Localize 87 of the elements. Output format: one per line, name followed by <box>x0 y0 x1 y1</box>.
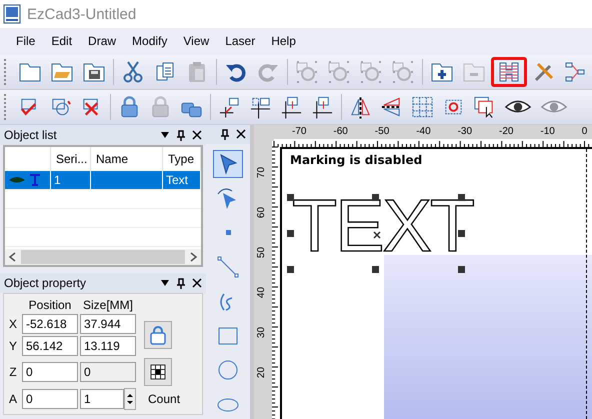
table-cell: 1 <box>51 171 91 190</box>
ruler-label: 0 <box>582 126 588 137</box>
scissors-icon <box>121 60 145 84</box>
table-cell: Text <box>163 171 201 190</box>
close-icon[interactable] <box>192 130 202 140</box>
ruler-label: -10 <box>540 126 555 137</box>
selection-handle[interactable] <box>372 266 379 273</box>
column-label: Size[MM] <box>82 298 134 312</box>
drawing-canvas[interactable]: -70 -60 -50 -40 -30 -20 -10 0 70 60 50 40 30 20 Marking is disabled TEXT <box>254 125 592 419</box>
size-field[interactable]: 37.944 <box>80 314 136 334</box>
ruler-label: -20 <box>499 126 514 137</box>
selection-handle[interactable] <box>287 230 294 237</box>
close-icon[interactable] <box>192 278 202 288</box>
menu-item[interactable]: View <box>175 31 218 51</box>
position-field[interactable]: -52.618 <box>22 314 78 334</box>
array-icon <box>411 95 434 119</box>
count-field[interactable]: 1 <box>80 389 124 409</box>
size-field[interactable]: 13.119 <box>80 336 136 356</box>
axis-label: A <box>8 392 18 406</box>
pin-icon[interactable] <box>176 130 186 140</box>
group-icon <box>391 60 415 84</box>
selection-handle[interactable] <box>372 194 379 201</box>
ruler-label: -70 <box>292 126 306 137</box>
wrench-icon <box>532 60 556 84</box>
ruler-label: 20 <box>256 366 268 378</box>
position-field[interactable]: 0 <box>22 389 78 409</box>
selection-handle[interactable] <box>458 194 465 201</box>
dropdown-icon[interactable] <box>160 279 170 287</box>
axis-label: X <box>8 317 18 331</box>
row-icons-cell[interactable] <box>5 171 51 190</box>
close-icon[interactable] <box>236 129 246 140</box>
window-title: EzCad3-Untitled <box>27 6 136 22</box>
pin-icon[interactable] <box>176 278 186 288</box>
table-cell <box>91 171 163 190</box>
menu-item[interactable]: Edit <box>43 31 80 51</box>
selection-handle[interactable] <box>287 194 294 201</box>
mirror-icon <box>349 95 372 119</box>
center-mark-icon <box>373 231 381 239</box>
ruler-label: 40 <box>256 286 268 298</box>
pin-icon[interactable] <box>220 128 230 140</box>
circle-icon <box>216 358 240 382</box>
outlined-text-object[interactable]: TEXT <box>292 189 474 263</box>
count-label: Count <box>148 392 180 406</box>
point-icon <box>226 230 230 236</box>
move-point-icon <box>218 95 241 119</box>
axis-label: Y <box>8 339 18 353</box>
menu-item[interactable]: Modify <box>124 31 176 51</box>
align-left-icon <box>249 95 272 119</box>
ruler-label: 70 <box>256 166 268 178</box>
group-icon <box>327 60 351 84</box>
app-logo <box>3 4 21 24</box>
lock-button[interactable] <box>144 321 172 349</box>
axis-label: Z <box>8 365 18 379</box>
ruler-label: -40 <box>416 126 431 137</box>
hatch-icon <box>497 60 521 84</box>
selection-handle[interactable] <box>458 230 465 237</box>
align-icon <box>280 95 303 119</box>
ruler-label: -60 <box>333 126 348 137</box>
spinner-arrows-icon <box>126 392 134 406</box>
align-icon <box>311 95 334 119</box>
panel-title: Object list <box>4 128 58 142</box>
grid-icon <box>150 364 166 380</box>
ruler-label: -50 <box>374 126 390 137</box>
menu-item[interactable]: File <box>8 31 44 51</box>
ruler-label: 50 <box>256 246 268 258</box>
ruler-label: 60 <box>256 206 268 218</box>
ruler-label: -30 <box>458 126 472 137</box>
menu-item[interactable]: Draw <box>80 31 124 51</box>
lock-icon <box>149 325 167 345</box>
selection-handle[interactable] <box>458 266 465 273</box>
group-icon <box>359 60 383 84</box>
status-text: Marking is disabled <box>290 153 422 167</box>
line-icon <box>216 255 240 280</box>
panel-title: Object property <box>4 276 88 290</box>
menu-item[interactable]: Help <box>263 31 304 51</box>
group-icon <box>295 60 319 84</box>
position-field[interactable]: 56.142 <box>22 336 78 356</box>
spinner-button[interactable] <box>124 388 136 410</box>
column-label: Position <box>28 298 72 312</box>
selection-handle[interactable] <box>287 266 294 273</box>
position-field[interactable]: 0 <box>22 362 78 382</box>
menu-item[interactable]: Laser <box>217 31 264 51</box>
tool-button[interactable] <box>213 150 243 178</box>
ruler-label: 30 <box>256 326 268 338</box>
anchor-grid-button[interactable] <box>144 358 172 386</box>
scrollbar-thumb[interactable] <box>21 250 185 264</box>
dropdown-icon[interactable] <box>160 131 170 139</box>
